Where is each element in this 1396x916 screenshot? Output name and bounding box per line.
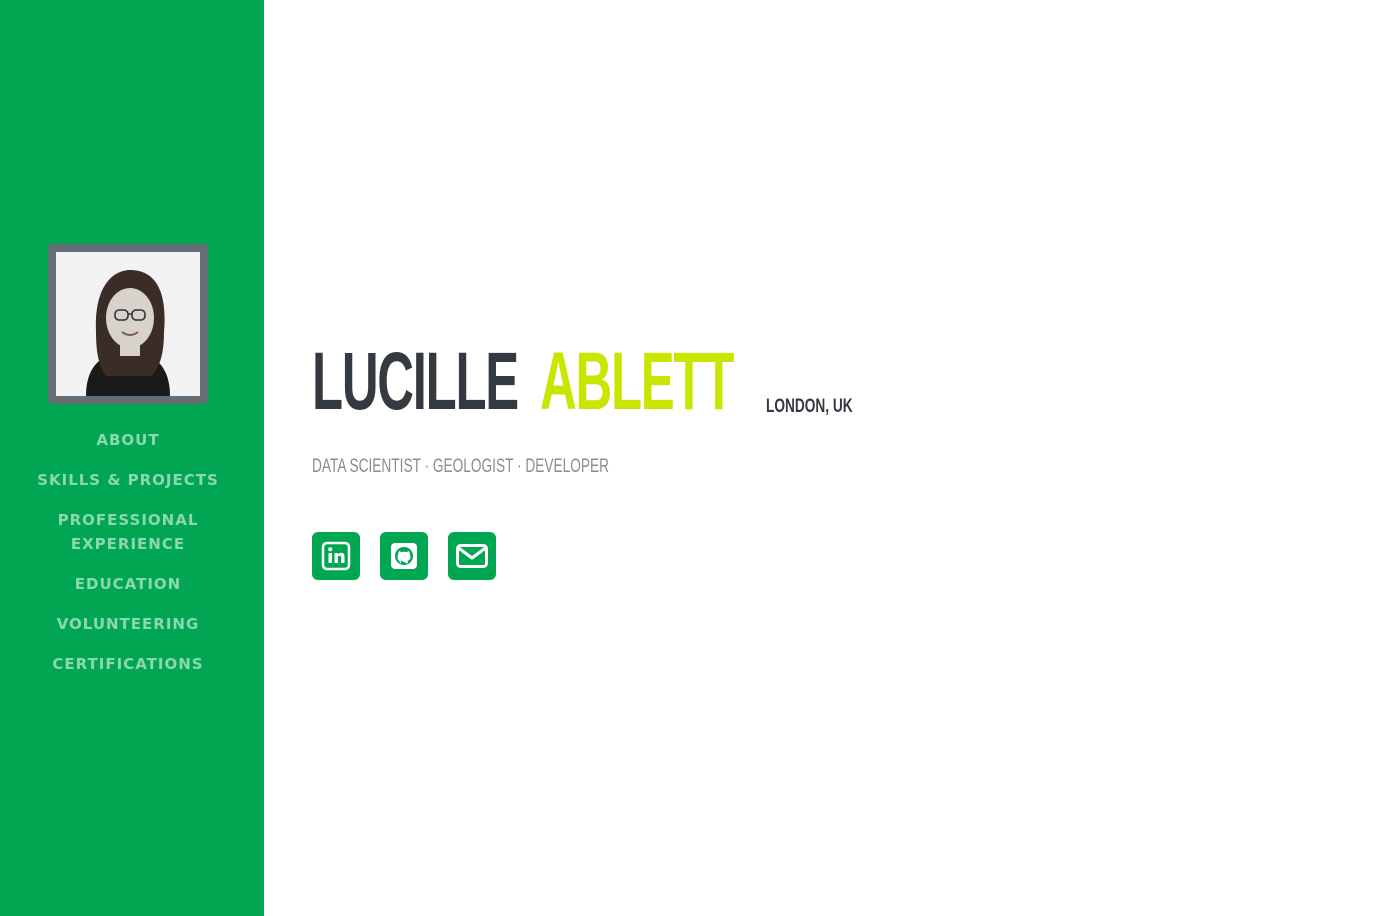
github-icon [391, 543, 417, 569]
nav-link-certifications[interactable]: Certifications [0, 652, 256, 676]
nav-link-professional-experience[interactable]: Professional Experience [0, 508, 256, 556]
first-name: Lucille [312, 336, 519, 427]
sidebar: About Skills & Projects Professional Exp… [0, 0, 264, 916]
subtitle: Data Scientist · Geologist · Developer [312, 456, 609, 477]
last-name: Ablett [540, 336, 734, 427]
linkedin-icon [321, 541, 351, 571]
github-button[interactable] [380, 532, 428, 580]
avatar [48, 244, 208, 404]
sidebar-nav: About Skills & Projects Professional Exp… [0, 428, 256, 692]
nav-link-skills-projects[interactable]: Skills & Projects [0, 468, 256, 492]
nav-link-about[interactable]: About [0, 428, 256, 452]
social-links [312, 532, 496, 580]
main-content: Lucille Ablett London, UK Data Scientist… [312, 0, 1352, 916]
profile-photo [56, 252, 200, 396]
envelope-icon [456, 544, 488, 568]
nav-link-education[interactable]: Education [0, 572, 256, 596]
nav-link-volunteering[interactable]: Volunteering [0, 612, 256, 636]
location: London, UK [766, 396, 853, 417]
linkedin-button[interactable] [312, 532, 360, 580]
email-button[interactable] [448, 532, 496, 580]
